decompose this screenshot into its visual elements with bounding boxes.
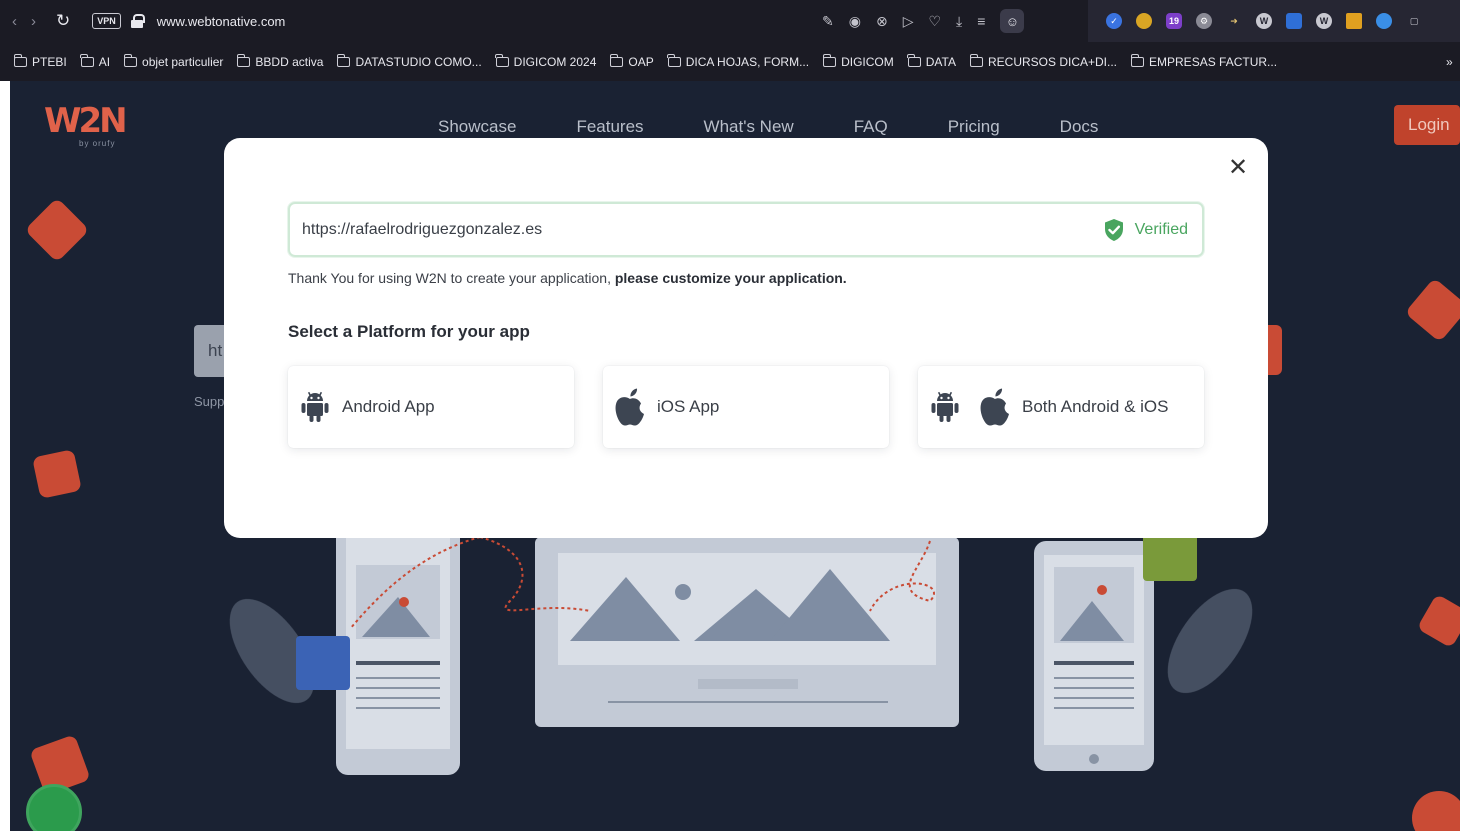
android-icon [931, 391, 959, 422]
browser-toolbar: ‹ › ↻ VPN www.webtonative.com ✎ ◉ ⊗ ▷ ♡ … [0, 0, 1460, 42]
folder-icon [13, 53, 27, 67]
apple-icon [615, 388, 644, 426]
apple-icon [980, 388, 1009, 426]
reload-icon[interactable]: ↻ [56, 11, 70, 31]
extension-badge-icon[interactable]: 19 [1166, 13, 1182, 29]
android-icon [301, 391, 329, 422]
extension-check-icon[interactable]: ✓ [1106, 13, 1122, 29]
bookmark-folder[interactable]: BBDD activa [237, 53, 323, 69]
folder-icon [969, 53, 983, 67]
android-app-option[interactable]: Android App [288, 366, 574, 448]
toolbar-actions: ✎ ◉ ⊗ ▷ ♡ ⤓ ≡ ☺ [822, 0, 1025, 42]
extension-wave-icon[interactable] [1286, 13, 1302, 29]
both-platforms-label: Both Android & iOS [1022, 397, 1169, 416]
folder-icon [907, 53, 921, 67]
analytics-icon[interactable] [1346, 13, 1362, 29]
bookmark-folder[interactable]: DATA [907, 53, 956, 69]
both-platforms-option[interactable]: Both Android & iOS [918, 366, 1204, 448]
extension-pulse-icon[interactable] [1376, 13, 1392, 29]
extension-cube-icon[interactable]: ▢ [1406, 13, 1422, 29]
bookmark-folder[interactable]: DATASTUDIO COMO... [337, 53, 482, 69]
whatsapp-icon[interactable] [26, 784, 82, 831]
verified-status: Verified [1103, 204, 1188, 255]
extension-icon[interactable] [1136, 13, 1152, 29]
shield-check-icon [1104, 218, 1123, 241]
bookmark-folder[interactable]: DIGICOM 2024 [495, 53, 596, 69]
extensions-bar: ✓ 19 ⚙ ➜ W W ▢ [1088, 0, 1460, 42]
folder-icon [237, 53, 251, 67]
close-icon[interactable]: ✕ [1226, 156, 1250, 180]
android-app-label: Android App [342, 397, 435, 416]
bookmarks-overflow-icon[interactable]: » [1446, 42, 1460, 81]
folder-icon [822, 53, 837, 67]
ios-app-label: iOS App [657, 397, 720, 416]
bookmark-folder[interactable]: EMPRESAS FACTUR... [1130, 53, 1277, 69]
bookmark-folder[interactable]: objet particulier [123, 53, 223, 69]
android-badge-icon [1143, 533, 1197, 581]
extension-runner-icon[interactable]: ➜ [1226, 13, 1242, 29]
thanks-message: Thank You for using W2N to create your a… [288, 270, 847, 286]
app-store-badge-icon [296, 636, 350, 690]
url-field[interactable]: https://rafaelrodriguezgonzalez.es Verif… [288, 202, 1204, 257]
browser-nav: ‹ › ↻ [0, 11, 70, 31]
folder-icon [80, 53, 94, 67]
folder-icon [610, 53, 624, 67]
folder-icon [1130, 53, 1145, 67]
address-bar[interactable]: www.webtonative.com [157, 14, 286, 29]
menu-icon[interactable]: ≡ [977, 13, 985, 29]
play-icon[interactable]: ▷ [903, 13, 914, 30]
wordpress-icon[interactable]: W [1316, 13, 1332, 29]
edit-icon[interactable]: ✎ [822, 13, 834, 30]
url-input-value[interactable]: https://rafaelrodriguezgonzalez.es [302, 221, 542, 239]
folder-icon [495, 53, 509, 67]
bookmark-folder[interactable]: RECURSOS DICA+DI... [969, 53, 1117, 69]
bookmark-folder[interactable]: DICA HOJAS, FORM... [667, 53, 809, 69]
extension-w-icon[interactable]: W [1256, 13, 1272, 29]
download-icon[interactable]: ⤓ [956, 13, 962, 30]
folder-icon [667, 53, 681, 67]
heart-icon[interactable]: ♡ [928, 13, 941, 30]
bookmark-folder[interactable]: OAP [610, 53, 654, 69]
lock-icon[interactable] [130, 14, 145, 28]
profile-icon[interactable]: ☺ [1000, 9, 1025, 33]
bookmark-folder[interactable]: AI [80, 53, 110, 69]
camera-icon[interactable]: ◉ [849, 13, 861, 30]
forward-icon[interactable]: › [31, 13, 36, 30]
vpn-badge[interactable]: VPN [92, 13, 121, 29]
platform-modal: ✕ https://rafaelrodriguezgonzalez.es Ver… [224, 138, 1268, 538]
back-icon[interactable]: ‹ [12, 13, 17, 30]
block-icon[interactable]: ⊗ [876, 13, 888, 30]
bookmark-folder[interactable]: PTEBI [13, 53, 67, 69]
platform-heading: Select a Platform for your app [288, 322, 530, 341]
extension-gear-icon[interactable]: ⚙ [1196, 13, 1212, 29]
bookmarks-bar: PTEBI AI objet particulier BBDD activa D… [0, 42, 1460, 81]
bookmark-folder[interactable]: DIGICOM [822, 53, 894, 69]
ios-app-option[interactable]: iOS App [603, 366, 889, 448]
folder-icon [337, 53, 351, 67]
folder-icon [123, 53, 138, 67]
verified-label: Verified [1134, 220, 1188, 238]
